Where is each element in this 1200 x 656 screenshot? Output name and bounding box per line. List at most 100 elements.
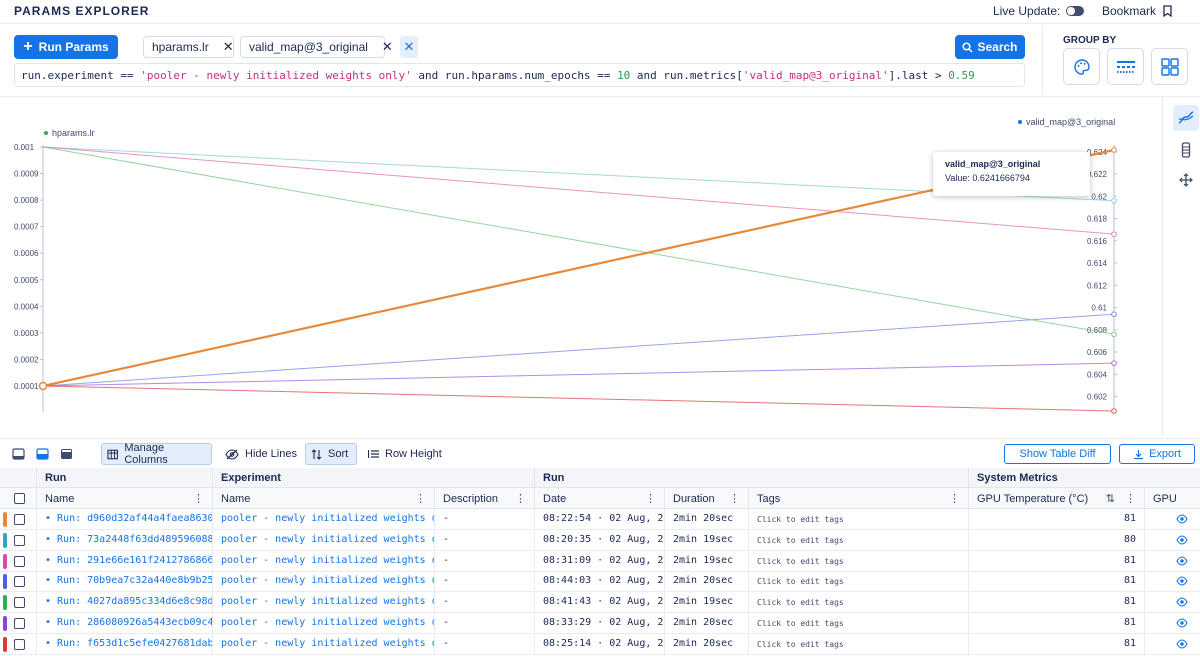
group-by-color-button[interactable] — [1063, 48, 1100, 85]
move-axes-button[interactable] — [1173, 167, 1199, 193]
run-name-cell[interactable]: • Run: 4027da895c334d6e8c98dafb — [36, 592, 212, 614]
parallel-coordinates-chart[interactable]: hparams.lr valid_map@3_original 0.001 0.000… — [0, 97, 1162, 437]
tags-cell[interactable]: Click to edit tags — [748, 529, 968, 551]
eye-icon[interactable] — [1176, 618, 1188, 628]
series-point[interactable] — [1111, 360, 1117, 366]
eye-icon[interactable] — [1176, 597, 1188, 607]
full-table-button[interactable] — [58, 446, 74, 462]
row-checkbox[interactable] — [14, 618, 25, 629]
header-experiment-name[interactable]: Name ⋮ — [212, 488, 434, 509]
hide-lines-button[interactable]: Hide Lines — [220, 443, 302, 465]
table-row[interactable]: • Run: 4027da895c334d6e8c98dafbpooler - … — [0, 592, 1200, 614]
experiment-name-cell[interactable]: pooler - newly initialized weights only — [212, 633, 434, 655]
highlighted-point[interactable] — [38, 381, 48, 391]
row-checkbox[interactable] — [14, 576, 25, 588]
close-icon[interactable]: ✕ — [382, 39, 393, 55]
table-row[interactable]: • Run: 70b9ea7c32a440e8b9b258f0pooler - … — [0, 571, 1200, 593]
tags-cell[interactable]: Click to edit tags — [748, 613, 968, 634]
experiment-name-cell[interactable]: pooler - newly initialized weights only — [212, 592, 434, 614]
experiment-name-cell[interactable]: pooler - newly initialized weights only — [212, 613, 434, 634]
eye-icon[interactable] — [1176, 556, 1188, 566]
row-checkbox[interactable] — [14, 534, 25, 546]
show-table-diff-button[interactable]: Show Table Diff — [1004, 444, 1111, 464]
tags-cell[interactable]: Click to edit tags — [748, 509, 968, 530]
run-name-cell[interactable]: • Run: 286080926a5443ecb09c4628 — [36, 613, 212, 634]
series-point[interactable] — [1111, 408, 1117, 414]
params-chart[interactable]: hparams.lr valid_map@3_original 0.001 0.000… — [0, 96, 1162, 436]
more-icon[interactable]: ⋮ — [729, 492, 740, 505]
select-all-checkbox[interactable] — [14, 493, 25, 504]
close-icon[interactable]: ✕ — [223, 39, 234, 55]
query-input[interactable]: run.experiment == 'pooler - newly initia… — [14, 63, 1025, 87]
eye-icon[interactable] — [1176, 639, 1188, 649]
header-description[interactable]: Description ⋮ — [434, 488, 534, 509]
header-tags[interactable]: Tags ⋮ — [748, 488, 968, 509]
header-duration[interactable]: Duration ⋮ — [664, 488, 748, 509]
table-row[interactable]: • Run: 73a2448f63dd48959608843dpooler - … — [0, 529, 1200, 551]
series-point[interactable] — [1111, 197, 1117, 204]
header-date[interactable]: Date ⋮ — [534, 488, 664, 509]
search-button[interactable]: Search — [955, 35, 1025, 59]
table-row[interactable]: • Run: 291e66e161f24127868661d3pooler - … — [0, 550, 1200, 572]
live-update-control[interactable]: Live Update: — [993, 4, 1085, 18]
header-run-name[interactable]: Name ⋮ — [36, 488, 212, 509]
more-icon[interactable]: ⋮ — [193, 492, 204, 505]
half-table-button[interactable] — [34, 446, 50, 462]
run-name-cell[interactable]: • Run: 291e66e161f24127868661d3 — [36, 550, 212, 572]
table-row[interactable]: • Run: d960d32af44a4faea86308bapooler - … — [0, 509, 1200, 530]
row-checkbox[interactable] — [14, 514, 25, 525]
tags-cell[interactable]: Click to edit tags — [748, 592, 968, 614]
run-name-cell[interactable]: • Run: 70b9ea7c32a440e8b9b258f0 — [36, 571, 212, 593]
series-line[interactable] — [42, 362, 1115, 387]
run-name-cell[interactable]: • Run: d960d32af44a4faea86308ba — [36, 509, 212, 530]
series-point[interactable] — [1111, 311, 1117, 318]
series-line[interactable] — [42, 385, 1115, 412]
row-checkbox[interactable] — [14, 638, 25, 650]
more-icon[interactable]: ⋮ — [949, 492, 960, 505]
collapse-table-button[interactable] — [10, 446, 26, 462]
series-point[interactable] — [1111, 147, 1117, 153]
color-indicator-button[interactable] — [1173, 137, 1199, 163]
header-label: GPU Temperature (°C) — [977, 492, 1089, 505]
manage-columns-button[interactable]: Manage Columns — [101, 442, 212, 466]
curve-interpolation-button[interactable] — [1173, 105, 1199, 131]
more-icon[interactable]: ⋮ — [1125, 492, 1136, 505]
experiment-name-cell[interactable]: pooler - newly initialized weights only — [212, 529, 434, 551]
eye-icon[interactable] — [1176, 514, 1188, 524]
experiment-name-cell[interactable]: pooler - newly initialized weights only — [212, 550, 434, 572]
param-chip-lr[interactable]: hparams.lr ✕ — [143, 36, 234, 58]
more-icon[interactable]: ⋮ — [645, 492, 656, 505]
table-row[interactable]: • Run: 286080926a5443ecb09c4628pooler - … — [0, 613, 1200, 634]
run-name-cell[interactable]: • Run: f653d1c5efe0427681dabf5c — [36, 633, 212, 655]
gpu-temperature-cell: 80 — [968, 529, 1144, 551]
clear-all-icon[interactable]: ✕ — [400, 36, 418, 58]
table-row[interactable]: • Run: f653d1c5efe0427681dabf5cpooler - … — [0, 633, 1200, 655]
palette-icon — [1073, 58, 1090, 75]
row-height-button[interactable]: Row Height — [362, 443, 447, 465]
more-icon[interactable]: ⋮ — [415, 492, 426, 505]
eye-icon[interactable] — [1176, 535, 1188, 545]
live-update-toggle[interactable] — [1066, 6, 1085, 16]
run-params-button[interactable]: + Run Params — [14, 35, 118, 59]
tags-cell[interactable]: Click to edit tags — [748, 633, 968, 655]
sort-icon[interactable]: ⇅ — [1106, 492, 1115, 505]
row-checkbox[interactable] — [14, 597, 25, 609]
experiment-name-cell[interactable]: pooler - newly initialized weights only — [212, 509, 434, 530]
series-point[interactable] — [1111, 331, 1117, 338]
run-name-cell[interactable]: • Run: 73a2448f63dd48959608843d — [36, 529, 212, 551]
eye-icon[interactable] — [1176, 576, 1188, 586]
experiment-name-cell[interactable]: pooler - newly initialized weights only — [212, 571, 434, 593]
group-by-stroke-button[interactable] — [1107, 48, 1144, 85]
tags-cell[interactable]: Click to edit tags — [748, 571, 968, 593]
sort-button[interactable]: Sort — [305, 443, 357, 465]
param-chip-map[interactable]: valid_map@3_original ✕ — [240, 36, 393, 58]
header-gpu-temperature[interactable]: GPU Temperature (°C) ⇅ ⋮ — [968, 488, 1144, 509]
header-gpu[interactable]: GPU — [1144, 488, 1200, 509]
export-button[interactable]: Export — [1119, 444, 1195, 464]
bookmark-button[interactable]: Bookmark — [1102, 4, 1173, 18]
group-by-chart-button[interactable] — [1151, 48, 1188, 85]
series-point[interactable] — [1111, 231, 1117, 237]
tags-cell[interactable]: Click to edit tags — [748, 550, 968, 572]
row-checkbox[interactable] — [14, 555, 25, 567]
more-icon[interactable]: ⋮ — [515, 492, 526, 505]
